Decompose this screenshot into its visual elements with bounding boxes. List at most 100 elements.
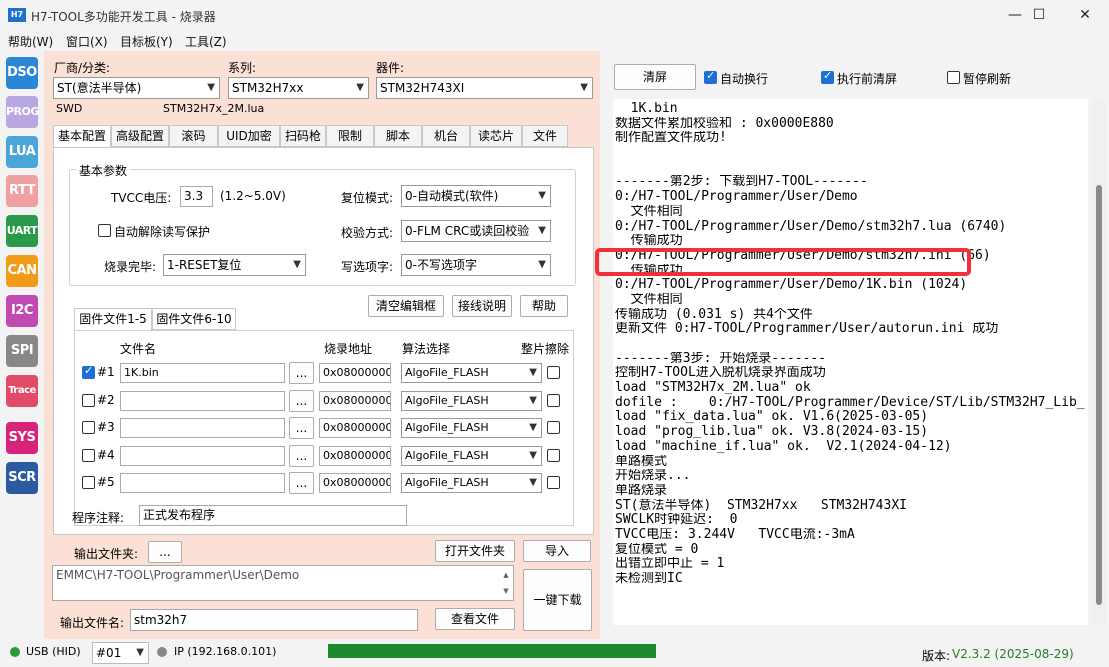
row-chip-erase-checkbox[interactable]: [547, 366, 560, 379]
row-algo-select[interactable]: AlgoFile_FLASH ▼: [401, 363, 542, 383]
tab-firmware-6-10[interactable]: 固件文件6-10: [152, 308, 236, 330]
series-select[interactable]: STM32H7xx ▼: [228, 77, 369, 99]
sidebar-trace-button[interactable]: Trace: [6, 375, 38, 407]
row-filename-input[interactable]: [120, 418, 285, 438]
log-line: 出错立即中止 = 1: [615, 557, 725, 572]
maximize-button[interactable]: ☐: [1016, 0, 1062, 31]
part-select[interactable]: STM32H743XI ▼: [376, 77, 593, 99]
import-button[interactable]: 导入: [523, 540, 591, 562]
chevron-down-icon: ▼: [293, 259, 301, 270]
tab-script[interactable]: 脚本: [374, 125, 422, 147]
tab-file[interactable]: 文件: [522, 125, 568, 147]
programmer-panel: 厂商/分类: 系列: 器件: ST(意法半导体) ▼ STM32H7xx ▼ STM…: [44, 51, 600, 639]
verify-label: 校验方式:: [341, 226, 394, 240]
sidebar-uart-button[interactable]: UART: [6, 215, 38, 247]
one-click-download-button[interactable]: 一键下载: [523, 569, 592, 631]
row-address-input[interactable]: 0x08000000: [319, 391, 391, 411]
row-chip-erase-checkbox[interactable]: [547, 449, 560, 462]
sidebar-lua-button[interactable]: LUA: [6, 136, 38, 168]
row-filename-input[interactable]: [120, 391, 285, 411]
output-path-field[interactable]: EMMC\H7-TOOL\Programmer\User\Demo: [52, 565, 514, 601]
tab-read-chip[interactable]: 读芯片: [470, 125, 522, 147]
tab-firmware-1-5[interactable]: 固件文件1-5: [74, 308, 152, 331]
clear-log-button[interactable]: 清屏: [614, 64, 696, 90]
sidebar-dso-button[interactable]: DSO: [6, 57, 38, 89]
tab-advanced[interactable]: 高级配置: [111, 125, 169, 147]
verify-select[interactable]: 0-FLM CRC或读回校验 ▼: [401, 220, 551, 242]
log-scroll-thumb[interactable]: [1096, 185, 1102, 605]
output-filename-input[interactable]: stm32h7: [130, 609, 418, 631]
row-algo-select[interactable]: AlgoFile_FLASH ▼: [401, 446, 542, 466]
open-folder-button[interactable]: 打开文件夹: [435, 540, 515, 562]
tab-basic[interactable]: 基本配置: [53, 125, 111, 148]
output-folder-browse-button[interactable]: ...: [148, 541, 182, 563]
row-browse-button[interactable]: ...: [289, 445, 314, 467]
reset-mode-select[interactable]: 0-自动模式(软件) ▼: [401, 185, 551, 207]
row-chip-erase-checkbox[interactable]: [547, 421, 560, 434]
row-enable-checkbox[interactable]: [82, 476, 95, 489]
note-input[interactable]: 正式发布程序: [139, 505, 407, 526]
highlight-annotation: [595, 248, 971, 276]
sidebar-sys-button[interactable]: SYS: [6, 422, 38, 454]
option-bytes-select[interactable]: 0-不写选项字 ▼: [401, 254, 551, 276]
row-address-input[interactable]: 0x08000000: [319, 446, 391, 466]
help-button[interactable]: 帮助: [520, 295, 568, 317]
row-browse-button[interactable]: ...: [289, 417, 314, 439]
tab-machine[interactable]: 机台: [422, 125, 470, 147]
row-chip-erase-checkbox[interactable]: [547, 476, 560, 489]
menu-help[interactable]: 帮助(W): [8, 33, 53, 50]
row-algo-select[interactable]: AlgoFile_FLASH ▼: [401, 418, 542, 438]
pause-refresh-checkbox[interactable]: [947, 71, 960, 84]
row-address-input[interactable]: 0x08000000: [319, 473, 391, 493]
row-address-input[interactable]: 0x08000000: [319, 418, 391, 438]
path-scroll-arrows[interactable]: ▲ ▼: [500, 567, 512, 599]
sidebar-prog-button[interactable]: PROG: [6, 96, 39, 128]
row-browse-button[interactable]: ...: [289, 390, 314, 412]
row-enable-checkbox[interactable]: [82, 394, 95, 407]
row-enable-checkbox[interactable]: [82, 449, 95, 462]
tab-limit[interactable]: 限制: [326, 125, 374, 147]
log-line: ST(意法半导体) STM32H7xx STM32H743XI: [615, 498, 907, 513]
row-filename-input[interactable]: [120, 446, 285, 466]
close-button[interactable]: ✕: [1062, 0, 1108, 31]
sidebar-i2c-button[interactable]: I2C: [6, 295, 38, 327]
tab-uid-encrypt[interactable]: UID加密: [218, 125, 280, 147]
row-algo-select[interactable]: AlgoFile_FLASH ▼: [401, 473, 542, 493]
port-select[interactable]: #01 ▼: [92, 642, 149, 664]
row-enable-checkbox[interactable]: [82, 364, 95, 379]
row-enable-checkbox[interactable]: [82, 421, 95, 434]
row-filename-input[interactable]: 1K.bin: [120, 363, 285, 383]
log-line: -------第3步: 开始烧录-------: [615, 351, 827, 366]
log-output[interactable]: 1K.bin 数据文件累加校验和 : 0x0000E880 制作配置文件成功! ---…: [613, 99, 1088, 625]
auto-unlock-checkbox[interactable]: [98, 224, 111, 237]
row-browse-button[interactable]: ...: [289, 362, 314, 384]
view-file-button[interactable]: 查看文件: [435, 608, 515, 630]
burn-done-select[interactable]: 1-RESET复位 ▼: [163, 254, 306, 276]
sidebar-rtt-button[interactable]: RTT: [6, 175, 38, 207]
row-algo-select[interactable]: AlgoFile_FLASH ▼: [401, 391, 542, 411]
wiring-help-button[interactable]: 接线说明: [452, 295, 512, 317]
sidebar-can-button[interactable]: CAN: [6, 255, 38, 287]
menu-bar: 帮助(W) 窗口(X) 目标板(Y) 工具(Z): [0, 31, 1109, 51]
log-scrollbar[interactable]: [1092, 99, 1106, 625]
vendor-select[interactable]: ST(意法半导体) ▼: [53, 77, 220, 99]
menu-target[interactable]: 目标板(Y): [120, 33, 173, 50]
menu-window[interactable]: 窗口(X): [66, 33, 108, 50]
chevron-down-icon: ▼: [136, 647, 144, 658]
clear-before-run-checkbox[interactable]: [821, 69, 834, 84]
clear-editbox-button[interactable]: 清空编辑框: [368, 295, 444, 317]
tvcc-input[interactable]: 3.3: [180, 186, 213, 207]
tab-rolling-code[interactable]: 滚码: [169, 125, 218, 147]
row-browse-button[interactable]: ...: [289, 472, 314, 494]
basic-params-title: 基本参数: [76, 162, 131, 179]
sidebar-scr-button[interactable]: SCR: [6, 462, 38, 494]
auto-wrap-checkbox[interactable]: [704, 69, 717, 84]
row-chip-erase-checkbox[interactable]: [547, 394, 560, 407]
reset-mode-label: 复位模式:: [341, 191, 394, 205]
tab-scanner[interactable]: 扫码枪: [280, 125, 326, 147]
sidebar-spi-button[interactable]: SPI: [6, 335, 38, 367]
row-filename-input[interactable]: [120, 473, 285, 493]
row-address-input[interactable]: 0x08000000: [319, 363, 391, 383]
menu-tools[interactable]: 工具(Z): [185, 33, 227, 50]
